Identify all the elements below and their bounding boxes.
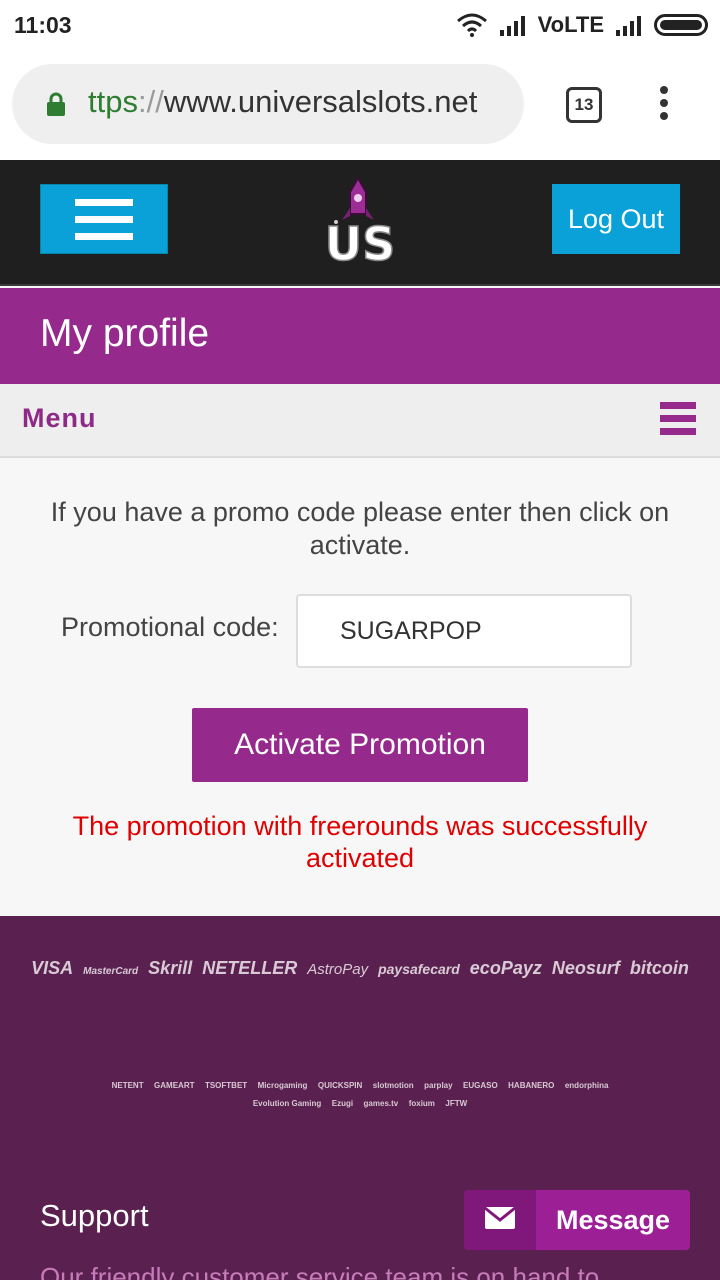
- promo-intro-text: If you have a promo code please enter th…: [50, 497, 670, 560]
- message-button[interactable]: Message: [464, 1190, 690, 1250]
- battery-icon: [654, 14, 708, 36]
- provider-logo: TSOFTBET: [204, 1081, 248, 1090]
- status-bar: 11:03 VoLTE: [0, 0, 720, 50]
- mastercard-logo: MasterCard: [83, 966, 139, 977]
- activate-promotion-button[interactable]: Activate Promotion: [192, 708, 528, 782]
- promo-section: If you have a promo code please enter th…: [0, 458, 720, 916]
- site-footer: VISA MasterCard Skrill NETELLER AstroPay…: [0, 916, 720, 1280]
- signal-icon: [499, 16, 525, 36]
- signal-icon: [616, 16, 641, 36]
- provider-logo: HABANERO: [508, 1081, 555, 1090]
- provider-logo: foxium: [408, 1099, 435, 1108]
- wifi-icon: [456, 13, 487, 37]
- provider-logo: EUGASO: [463, 1081, 498, 1090]
- lock-icon: [47, 92, 65, 116]
- provider-logo: games.tv: [363, 1099, 399, 1108]
- ecopayz-logo: ecoPayz: [469, 958, 542, 978]
- url-host: www.universalslots.net: [163, 84, 478, 119]
- neosurf-logo: Neosurf: [551, 958, 620, 978]
- support-text: Our friendly customer service team is on…: [40, 1262, 600, 1280]
- site-logo[interactable]: US: [306, 174, 414, 266]
- game-provider-logos: NETENT GAMEART TSOFTBET Microgaming QUIC…: [80, 1076, 640, 1112]
- message-label: Message: [555, 1205, 671, 1235]
- logo-text: US: [325, 217, 395, 266]
- network-type: VoLTE: [537, 12, 604, 37]
- promo-code-label: Promotional code:: [61, 612, 279, 642]
- bitcoin-logo: bitcoin: [629, 958, 689, 978]
- provider-logo: NETENT: [111, 1081, 144, 1090]
- provider-logo: Microgaming: [257, 1081, 308, 1090]
- menu-icon[interactable]: [660, 402, 696, 440]
- provider-logo: parplay: [424, 1081, 453, 1090]
- page-title: My profile: [40, 312, 210, 355]
- menu-label: Menu: [22, 403, 97, 433]
- visa-logo: VISA: [31, 958, 74, 978]
- provider-logo: QUICKSPIN: [317, 1081, 363, 1090]
- url-text: ttps://www.universalslots.net: [88, 84, 477, 120]
- browser-toolbar: ttps://www.universalslots.net 13: [0, 50, 720, 160]
- provider-logo: slotmotion: [372, 1081, 414, 1090]
- envelope-icon: [464, 1190, 536, 1250]
- provider-logo: Ezugi: [331, 1099, 354, 1108]
- site-header: US Log Out: [0, 160, 720, 286]
- profile-menu-toggle[interactable]: Menu: [0, 384, 720, 458]
- astropay-logo: AstroPay: [307, 961, 369, 978]
- paysafecard-logo: paysafecard: [378, 961, 460, 977]
- support-heading: Support: [40, 1198, 149, 1233]
- url-separator: ://: [137, 84, 164, 119]
- url-scheme: ttps: [88, 84, 138, 119]
- provider-logo: GAMEART: [154, 1081, 195, 1090]
- payment-methods-logos: VISA MasterCard Skrill NETELLER AstroPay…: [0, 958, 720, 979]
- more-options-icon[interactable]: [658, 86, 670, 126]
- promo-code-input[interactable]: [296, 594, 632, 668]
- success-message: The promotion with freerounds was succes…: [72, 811, 648, 873]
- hamburger-menu-button[interactable]: [40, 184, 168, 254]
- provider-logo: JFTW: [445, 1099, 468, 1108]
- page-title-band: My profile: [0, 288, 720, 384]
- skrill-logo: Skrill: [148, 958, 193, 978]
- tab-switcher-button[interactable]: 13: [566, 87, 602, 123]
- neteller-logo: NETELLER: [202, 958, 298, 978]
- status-icons: VoLTE: [456, 10, 708, 40]
- status-time: 11:03: [14, 12, 72, 38]
- provider-logo: Evolution Gaming: [252, 1099, 322, 1108]
- provider-logo: endorphina: [564, 1081, 609, 1090]
- address-bar[interactable]: ttps://www.universalslots.net: [12, 64, 524, 144]
- logout-button[interactable]: Log Out: [552, 184, 680, 254]
